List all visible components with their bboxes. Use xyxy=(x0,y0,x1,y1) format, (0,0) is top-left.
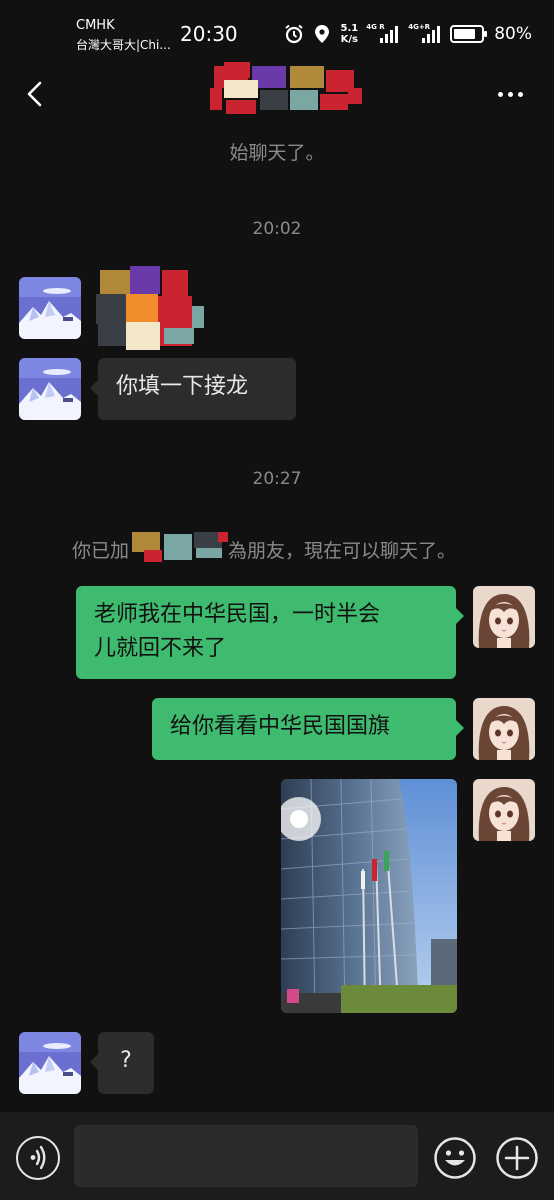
status-clock: 20:30 xyxy=(180,22,238,46)
voice-icon[interactable] xyxy=(16,1136,60,1180)
battery-percent: 80% xyxy=(494,24,532,44)
signal-label: 4G R xyxy=(366,23,385,31)
chevron-left-icon[interactable] xyxy=(20,78,52,110)
sent-photo-flagpoles[interactable] xyxy=(281,779,457,1013)
chat-input-bar xyxy=(0,1112,554,1200)
incoming-message-bubble[interactable]: ? xyxy=(90,1032,154,1094)
network-speed-value: 5.1 xyxy=(340,23,359,34)
carrier-name-secondary: 台灣大哥大|Chi... xyxy=(76,38,171,52)
plus-icon[interactable] xyxy=(495,1136,539,1180)
message-text: 给你看看中华民国国旗 xyxy=(170,714,391,739)
message-timestamp: 20:27 xyxy=(252,469,302,489)
status-icons: 5.1 K/s 4G R 4G+R 80% xyxy=(284,20,532,48)
status-bar: CMHK 台灣大哥大|Chi... 20:30 5.1 K/s 4G R 4G+… xyxy=(0,0,554,62)
system-message-prefix: 你已加 xyxy=(72,540,130,562)
network-speed-unit: K/s xyxy=(340,34,359,45)
message-text-line: 老师我在中华民国，一时半会 xyxy=(94,602,381,627)
outgoing-message-bubble[interactable]: 老师我在中华民国，一时半会 儿就回不来了 xyxy=(76,586,464,679)
incoming-message-bubble[interactable]: 你填一下接龙 xyxy=(90,358,296,420)
signal-label: 4G+R xyxy=(408,23,431,31)
system-friend-added: 你已加 為朋友，現在可以聊天了。 xyxy=(0,532,554,570)
user-avatar[interactable] xyxy=(473,586,535,648)
emoji-icon[interactable] xyxy=(433,1136,477,1180)
signal-strength-icon: 4G R xyxy=(366,23,399,43)
chat-header xyxy=(0,62,554,126)
redacted-sticker[interactable] xyxy=(96,266,204,352)
contact-avatar[interactable] xyxy=(19,1032,81,1094)
system-message-suffix: 為朋友，現在可以聊天了。 xyxy=(228,540,457,562)
message-text: 你填一下接龙 xyxy=(116,374,249,399)
carrier-name-primary: CMHK xyxy=(76,18,115,33)
more-dots-icon[interactable] xyxy=(494,82,526,106)
contact-avatar[interactable] xyxy=(19,358,81,420)
user-avatar[interactable] xyxy=(473,779,535,841)
signal-strength-icon: 4G+R xyxy=(408,23,441,43)
message-input[interactable] xyxy=(74,1125,418,1187)
message-text: ? xyxy=(120,1048,132,1073)
location-icon xyxy=(315,25,330,43)
user-avatar[interactable] xyxy=(473,698,535,760)
contact-avatar[interactable] xyxy=(19,277,81,339)
message-timestamp: 20:02 xyxy=(252,219,302,239)
redacted-contact-name xyxy=(132,532,228,562)
network-speed: 5.1 K/s xyxy=(340,23,358,45)
chat-title-redacted xyxy=(206,62,366,118)
system-message: 始聊天了。 xyxy=(229,142,325,164)
alarm-icon xyxy=(285,24,304,44)
outgoing-message-bubble[interactable]: 给你看看中华民国国旗 xyxy=(152,698,464,760)
battery-icon xyxy=(450,25,488,43)
message-text-line: 儿就回不来了 xyxy=(94,636,227,661)
battery-fill xyxy=(454,29,475,39)
